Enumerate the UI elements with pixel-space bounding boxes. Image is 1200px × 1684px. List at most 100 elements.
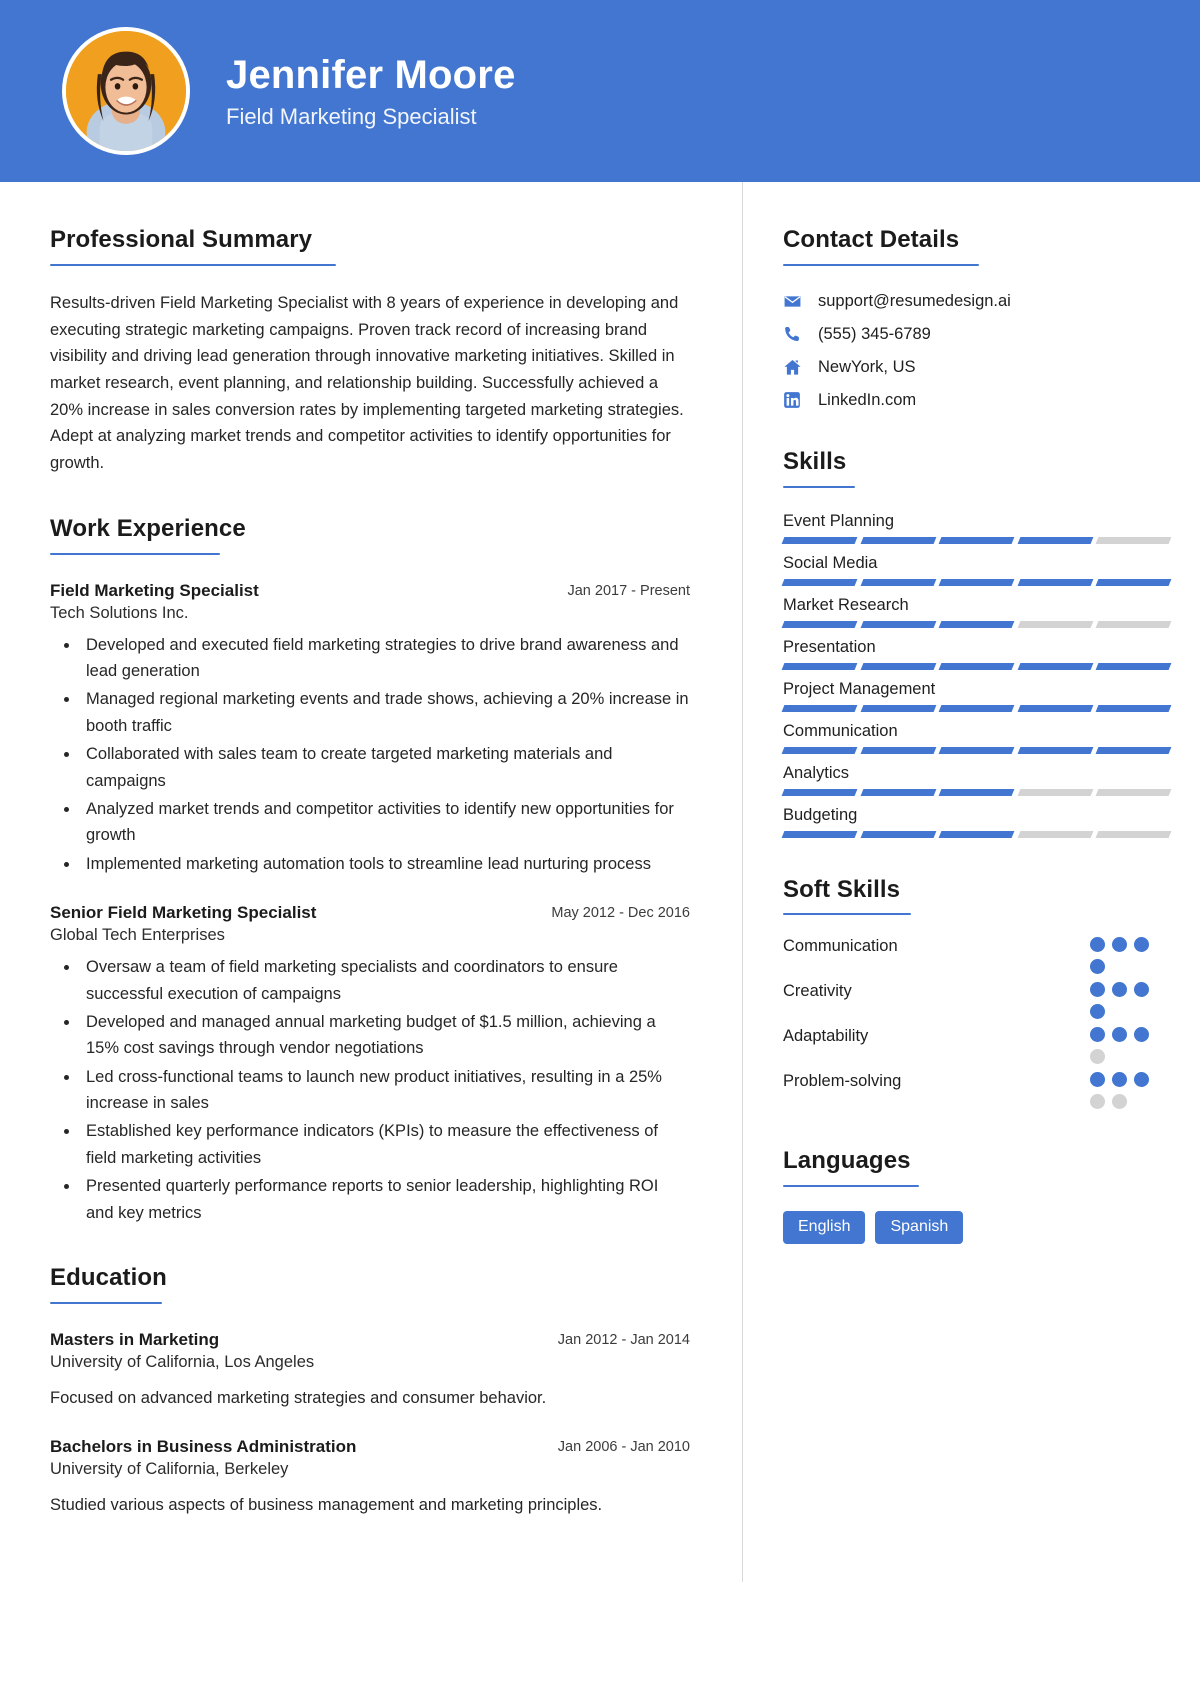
soft-skill-dot [1090,1049,1105,1065]
skill-segment [860,662,936,670]
skill-segment [781,662,858,670]
skill-segment [1095,746,1172,754]
work-entry: Field Marketing Specialist Jan 2017 - Pre… [50,581,690,878]
skill-segment [860,788,936,796]
skill-name: Analytics [783,763,850,782]
education-heading: Education [50,1264,167,1292]
skill-row: Presentation [781,638,1172,670]
skill-segment [938,578,1015,586]
skill-row: Event Planning [781,511,1172,544]
soft-skill-rating [1090,982,1170,1020]
linkedin-icon [783,391,809,409]
work-heading: Work Experience [50,514,246,542]
section-education: Education Masters in Marketing Jan 2012 -… [50,1264,690,1519]
soft-skill-name: Communication [783,937,898,956]
languages-heading-rule [783,1185,919,1188]
skill-name: Project Management [783,679,936,698]
skill-level-bar [781,662,1172,670]
skill-level-bar [781,536,1172,544]
contact-value: (555) 345-6789 [818,324,931,343]
skill-row: Analytics [781,763,1172,796]
skill-segment [860,536,936,544]
work-date: May 2012 - Dec 2016 [551,905,690,922]
work-entry: Senior Field Marketing Specialist May 201… [50,903,690,1226]
contact-value: support@resumedesign.ai [818,291,1011,310]
education-entry-head: Bachelors in Business Administration Jan … [50,1437,690,1457]
soft-skill-row: Problem-solving [783,1072,1170,1110]
contact-heading-rule [783,263,979,266]
soft-skill-dot [1112,982,1127,998]
work-bullet: Established key performance indicators (… [80,1118,690,1171]
contact-value: LinkedIn.com [818,390,917,409]
skill-level-bar [781,578,1172,586]
languages-list: English Spanish [783,1211,1170,1245]
work-date: Jan 2017 - Present [567,582,690,599]
skill-name: Social Media [783,553,878,572]
contact-item[interactable]: (555) 345-6789 [783,325,1170,344]
soft-skill-rating [1090,937,1170,975]
envelope-icon [783,292,809,311]
skill-name: Communication [783,721,898,740]
skill-segment [938,662,1015,670]
soft-skill-dot [1112,937,1127,953]
work-bullet-list: Developed and executed field marketing s… [80,632,690,878]
work-organization: Global Tech Enterprises [50,926,225,945]
candidate-name: Jennifer Moore [226,53,516,97]
work-bullet: Developed and executed field marketing s… [80,632,690,685]
contact-item[interactable]: LinkedIn.com [783,391,1170,410]
skills-heading: Skills [783,447,847,475]
education-description: Studied various aspects of business mana… [50,1496,603,1515]
skill-row: Budgeting [781,805,1172,838]
main-column: Professional Summary Results-driven Fiel… [0,182,742,1582]
contact-item[interactable]: support@resumedesign.ai [783,292,1170,311]
sidebar-column: Contact Details support@resumedesign.ai (… [743,182,1200,1582]
skill-segment [781,788,858,796]
section-professional-summary: Professional Summary Results-driven Fiel… [50,226,690,477]
soft-skill-dot [1134,982,1149,998]
skill-segment [781,704,858,712]
skill-segment [1095,704,1172,712]
work-bullet-list: Oversaw a team of field marketing specia… [80,954,690,1226]
education-entry-list: Masters in Marketing Jan 2012 - Jan 2014 U… [50,1330,690,1519]
skill-name: Budgeting [783,805,858,824]
work-bullet: Presented quarterly performance reports … [80,1173,690,1226]
skill-segment [1095,536,1172,544]
education-date: Jan 2006 - Jan 2010 [557,1439,690,1456]
education-heading-rule [50,1301,162,1304]
soft-skills-heading: Soft Skills [783,875,901,903]
header-text: Jennifer Moore Field Marketing Specialis… [226,52,516,130]
soft-skill-dot [1112,1072,1127,1088]
skill-level-bar [781,746,1172,754]
work-entry-head: Field Marketing Specialist Jan 2017 - Pre… [50,581,690,601]
section-soft-skills: Soft Skills Communication Creativity Adapt… [783,876,1170,1110]
soft-skill-row: Adaptability [783,1027,1170,1065]
soft-skill-dot [1090,1004,1105,1020]
work-bullet: Led cross-functional teams to launch new… [80,1064,690,1117]
contact-item[interactable]: NewYork, US [783,358,1170,377]
soft-skill-dot [1134,1027,1149,1043]
skills-list: Event Planning Social Media Market Researc… [781,511,1172,838]
contact-value: NewYork, US [818,357,916,376]
skill-segment [860,746,936,754]
skill-segment [938,620,1015,628]
soft-skill-name: Creativity [783,982,852,1001]
section-contact-details: Contact Details support@resumedesign.ai (… [783,226,1170,410]
skill-segment [1017,746,1093,754]
work-entry-list: Field Marketing Specialist Jan 2017 - Pre… [50,581,690,1226]
contact-heading: Contact Details [783,226,960,253]
contact-list: support@resumedesign.ai (555) 345-6789 New… [783,292,1170,410]
skill-segment [1017,662,1093,670]
soft-skill-dot [1090,1094,1105,1110]
skill-row: Market Research [781,595,1172,628]
education-school: University of California, Berkeley [50,1460,289,1479]
skill-name: Market Research [783,595,909,614]
skill-name: Event Planning [783,511,894,530]
education-school: University of California, Los Angeles [50,1352,315,1371]
skills-heading-rule [783,485,855,488]
work-bullet: Implemented marketing automation tools t… [80,851,690,877]
skill-level-bar [781,830,1172,838]
skill-segment [1095,830,1172,838]
skill-segment [860,704,936,712]
resume-body: Professional Summary Results-driven Fiel… [0,182,1200,1582]
work-heading-rule [50,552,220,555]
